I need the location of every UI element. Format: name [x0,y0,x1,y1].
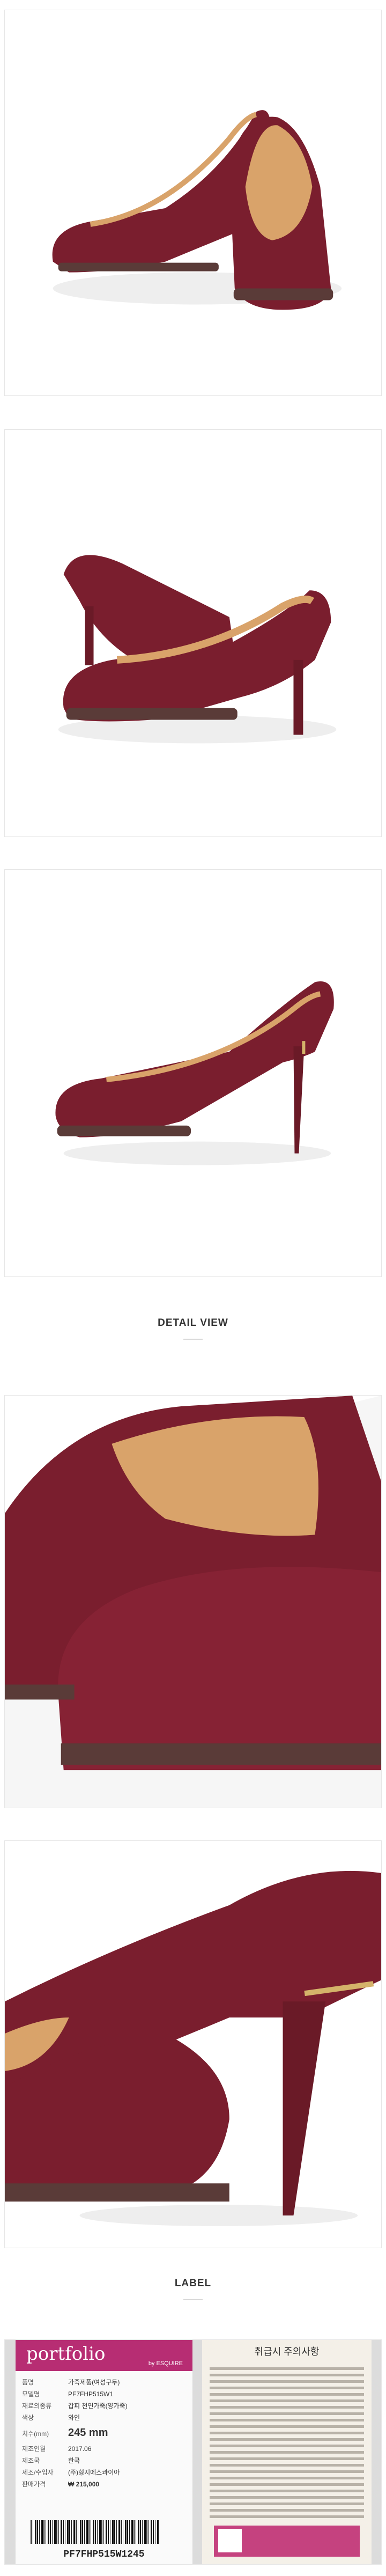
toe-closeup-image [5,1396,381,1808]
label-heading: LABEL [174,2278,212,2289]
shoe-pair-angle-image [58,555,337,744]
detail-photo-heel [4,1840,382,2248]
barcode [31,2520,159,2544]
care-warning-box [214,2526,360,2557]
tag-row: 제조연월 2017.06 [22,2445,92,2453]
detail-photo-toe [4,1395,382,1808]
product-photo-2 [4,429,382,837]
heel-closeup-image [5,1870,381,2227]
product-tag: portfolio by ESQUIRE 품명 가죽제품(여성구두) 모델명 PF7… [16,2340,192,2564]
tag-row: 재료의종류 갑피 천연가죽(양가죽) [22,2402,128,2410]
tag-row-size: 치수(mm) 245 mm [22,2427,108,2439]
detail-view-divider [183,1339,203,1340]
tag-row: 제조/수입자 (주)형지에스콰이아 [22,2469,120,2476]
care-tag: 취급시 주의사항 [202,2340,372,2564]
shoe-single-side-image [55,981,334,1165]
tag-row: 모델명 PF7FHP515W1 [22,2390,114,2398]
detail-view-heading: DETAIL VIEW [158,1317,228,1329]
brand-name: portfolio [26,2343,106,2365]
label-photo: portfolio by ESQUIRE 품명 가죽제품(여성구두) 모델명 PF7… [4,2339,382,2565]
shoe-pair-side-image [52,110,342,310]
product-photo-3 [4,869,382,1277]
care-tag-text [210,2364,364,2522]
product-photo-1 [4,10,382,396]
tag-row-price: 판매가격 ₩ 215,000 [22,2480,100,2488]
label-divider [183,2299,203,2300]
barcode-number: PF7FHP515W1245 [63,2549,145,2560]
care-tag-title: 취급시 주의사항 [254,2346,320,2357]
tag-row: 제조국 한국 [22,2457,80,2464]
brand-sub: by ESQUIRE [148,2360,183,2367]
brand-header: portfolio by ESQUIRE [16,2340,192,2371]
tag-row: 품명 가죽제품(여성구두) [22,2379,120,2386]
tag-row: 색상 와인 [22,2414,80,2421]
qr-code-icon [218,2529,242,2552]
